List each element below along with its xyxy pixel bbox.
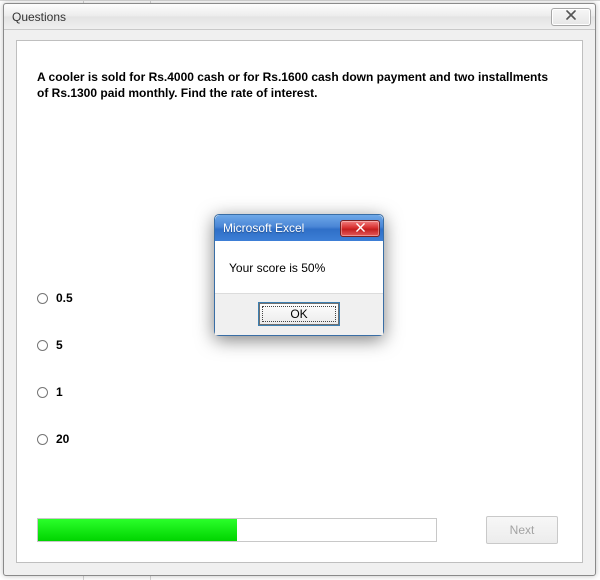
option-2[interactable]: 1 xyxy=(37,385,73,399)
message-box-title: Microsoft Excel xyxy=(223,221,340,235)
message-box-titlebar: Microsoft Excel xyxy=(215,215,383,241)
option-1[interactable]: 5 xyxy=(37,338,73,352)
option-2-label: 1 xyxy=(56,385,63,399)
option-3-radio[interactable] xyxy=(37,434,48,445)
window-titlebar: Questions xyxy=(4,4,595,30)
option-3[interactable]: 20 xyxy=(37,432,73,446)
option-3-label: 20 xyxy=(56,432,69,446)
option-1-label: 5 xyxy=(56,338,63,352)
option-2-radio[interactable] xyxy=(37,387,48,398)
ok-button-label: OK xyxy=(290,307,307,321)
option-0[interactable]: 0.5 xyxy=(37,291,73,305)
message-box-close-button[interactable] xyxy=(340,220,380,237)
option-0-radio[interactable] xyxy=(37,293,48,304)
next-button[interactable]: Next xyxy=(486,516,558,544)
ok-button[interactable]: OK xyxy=(259,303,339,325)
option-1-radio[interactable] xyxy=(37,340,48,351)
progress-fill xyxy=(38,519,237,541)
question-text: A cooler is sold for Rs.4000 cash or for… xyxy=(37,69,552,101)
message-box-footer: OK xyxy=(215,293,383,335)
close-icon xyxy=(355,221,366,235)
close-icon xyxy=(565,10,577,23)
next-button-label: Next xyxy=(510,523,535,537)
window-close-button[interactable] xyxy=(551,8,591,26)
window-title: Questions xyxy=(12,10,551,24)
message-box-body: Your score is 50% xyxy=(215,241,383,293)
option-0-label: 0.5 xyxy=(56,291,73,305)
progress-bar xyxy=(37,518,437,542)
message-box: Microsoft Excel Your score is 50% OK xyxy=(214,214,384,336)
options-group: 0.5 5 1 20 xyxy=(37,291,73,479)
